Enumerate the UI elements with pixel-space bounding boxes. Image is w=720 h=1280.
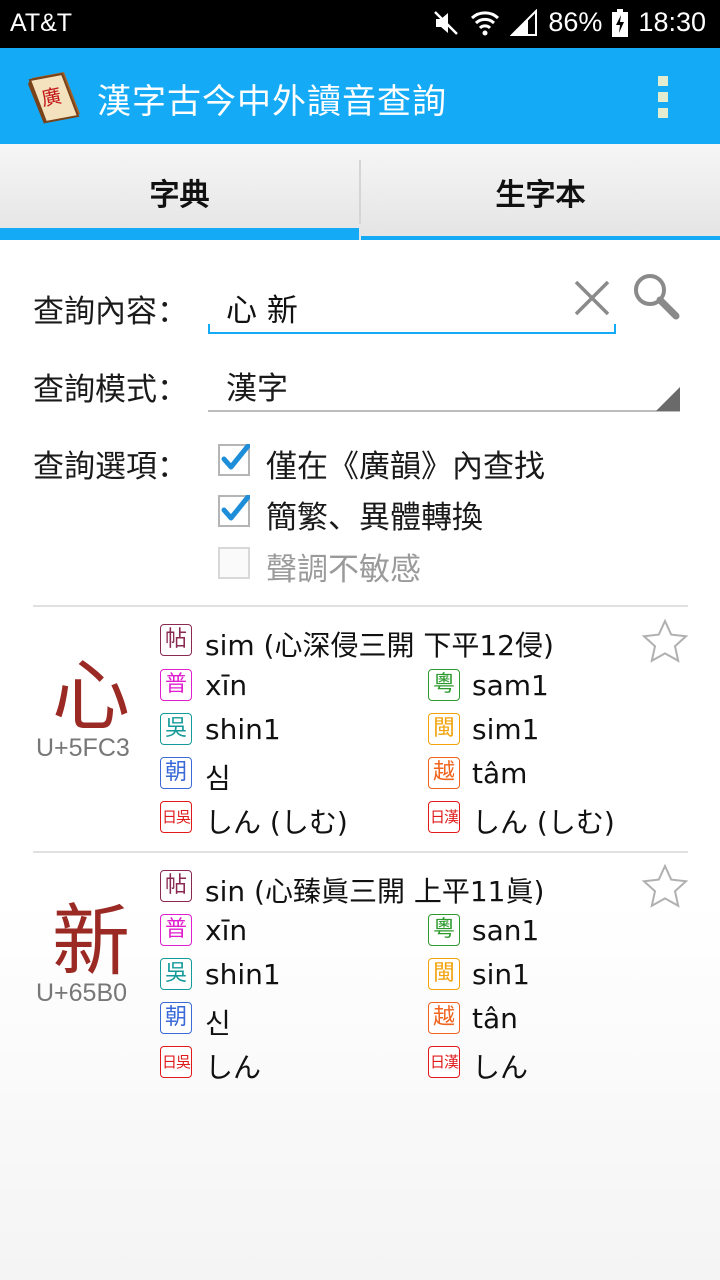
japanese-go-badge-icon: 日吳 xyxy=(160,1046,192,1078)
reading-guangyun: sin (心臻眞三開 上平11眞) xyxy=(205,875,545,908)
divider xyxy=(33,851,688,853)
option-simplified-traditional-label: 簡繁、異體轉換 xyxy=(266,500,483,536)
option-tone-insensitive-label: 聲調不敏感 xyxy=(266,552,421,588)
tab-dictionary[interactable]: 字典 xyxy=(0,144,359,240)
option-guangyun-only-label: 僅在《廣韻》內查找 xyxy=(266,449,545,485)
reading-japanese-go: しん (しむ) xyxy=(205,806,348,839)
vietnamese-badge-icon: 越 xyxy=(428,1002,460,1034)
reading-vietnamese: tân xyxy=(472,1002,518,1035)
book-logo-icon: 廣 xyxy=(26,70,84,124)
star-icon[interactable] xyxy=(641,618,689,666)
checkbox-tone-insensitive xyxy=(218,547,250,579)
reading-cantonese: sam1 xyxy=(472,669,549,702)
reading-japanese-kan: しん (しむ) xyxy=(472,806,615,839)
reading-korean: 심 xyxy=(205,762,231,795)
min-badge-icon: 閩 xyxy=(428,713,460,745)
checkbox-guangyun-only[interactable] xyxy=(218,444,250,476)
japanese-kan-badge-icon: 日漢 xyxy=(428,801,460,833)
wu-badge-icon: 吳 xyxy=(160,713,192,745)
reading-min: sin1 xyxy=(472,958,530,991)
options-label: 查詢選項： xyxy=(33,449,188,485)
reading-japanese-go: しん xyxy=(205,1051,262,1084)
vietnamese-badge-icon: 越 xyxy=(428,757,460,789)
search-input-underline xyxy=(208,324,616,334)
reading-korean: 신 xyxy=(205,1007,231,1040)
min-badge-icon: 閩 xyxy=(428,958,460,990)
mandarin-badge-icon: 普 xyxy=(160,914,192,946)
tab-vocabulary-label: 生字本 xyxy=(495,178,586,213)
search-label: 查詢內容： xyxy=(33,294,188,330)
reading-min: sim1 xyxy=(472,713,540,746)
guangyun-badge-icon: 帖 xyxy=(160,624,192,656)
divider xyxy=(33,605,688,607)
mode-select[interactable]: 漢字 xyxy=(226,363,288,408)
app-title: 漢字古今中外讀音查詢 xyxy=(97,82,447,122)
tab-vocabulary[interactable]: 生字本 xyxy=(361,144,720,240)
headword-char[interactable]: 心 xyxy=(52,634,130,746)
signal-icon xyxy=(510,8,538,36)
checkbox-simplified-traditional[interactable] xyxy=(218,495,250,527)
mode-label: 查詢模式： xyxy=(33,372,188,408)
tab-underline xyxy=(361,236,720,240)
tab-bar: 字典 生字本 xyxy=(0,144,720,240)
reading-mandarin: xīn xyxy=(205,669,248,702)
reading-cantonese: san1 xyxy=(472,914,540,947)
cantonese-badge-icon: 粵 xyxy=(428,669,460,701)
reading-vietnamese: tâm xyxy=(472,757,528,790)
korean-badge-icon: 朝 xyxy=(160,1002,192,1034)
star-icon[interactable] xyxy=(641,863,689,911)
reading-japanese-kan: しん xyxy=(472,1051,529,1084)
reading-guangyun: sim (心深侵三開 下平12侵) xyxy=(205,629,554,662)
reading-mandarin: xīn xyxy=(205,914,248,947)
clear-icon[interactable] xyxy=(570,276,614,320)
codepoint: U+65B0 xyxy=(36,979,128,1007)
clock: 18:30 xyxy=(638,7,706,37)
search-input[interactable]: 心 新 xyxy=(226,285,298,330)
app-bar: 廣 漢字古今中外讀音查詢 xyxy=(0,48,720,144)
wifi-icon xyxy=(471,10,500,35)
overflow-menu-icon[interactable] xyxy=(646,72,680,122)
korean-badge-icon: 朝 xyxy=(160,757,192,789)
active-tab-indicator xyxy=(0,228,359,240)
carrier-name: AT&T xyxy=(10,9,73,37)
guangyun-badge-icon: 帖 xyxy=(160,870,192,902)
mode-select-underline xyxy=(208,410,680,412)
mandarin-badge-icon: 普 xyxy=(160,669,192,701)
battery-percent: 86% xyxy=(548,7,603,37)
japanese-kan-badge-icon: 日漢 xyxy=(428,1046,460,1078)
search-icon[interactable] xyxy=(630,270,682,322)
dropdown-corner-icon[interactable] xyxy=(656,387,680,411)
cantonese-badge-icon: 粵 xyxy=(428,914,460,946)
mute-icon xyxy=(434,10,459,35)
codepoint: U+5FC3 xyxy=(36,734,130,762)
headword-char[interactable]: 新 xyxy=(52,879,130,991)
battery-charging-icon xyxy=(612,8,629,37)
reading-wu: shin1 xyxy=(205,713,281,746)
tab-dictionary-label: 字典 xyxy=(149,178,210,213)
reading-wu: shin1 xyxy=(205,958,281,991)
status-bar: AT&T 86% 18:30 xyxy=(0,0,720,48)
wu-badge-icon: 吳 xyxy=(160,958,192,990)
japanese-go-badge-icon: 日吳 xyxy=(160,801,192,833)
